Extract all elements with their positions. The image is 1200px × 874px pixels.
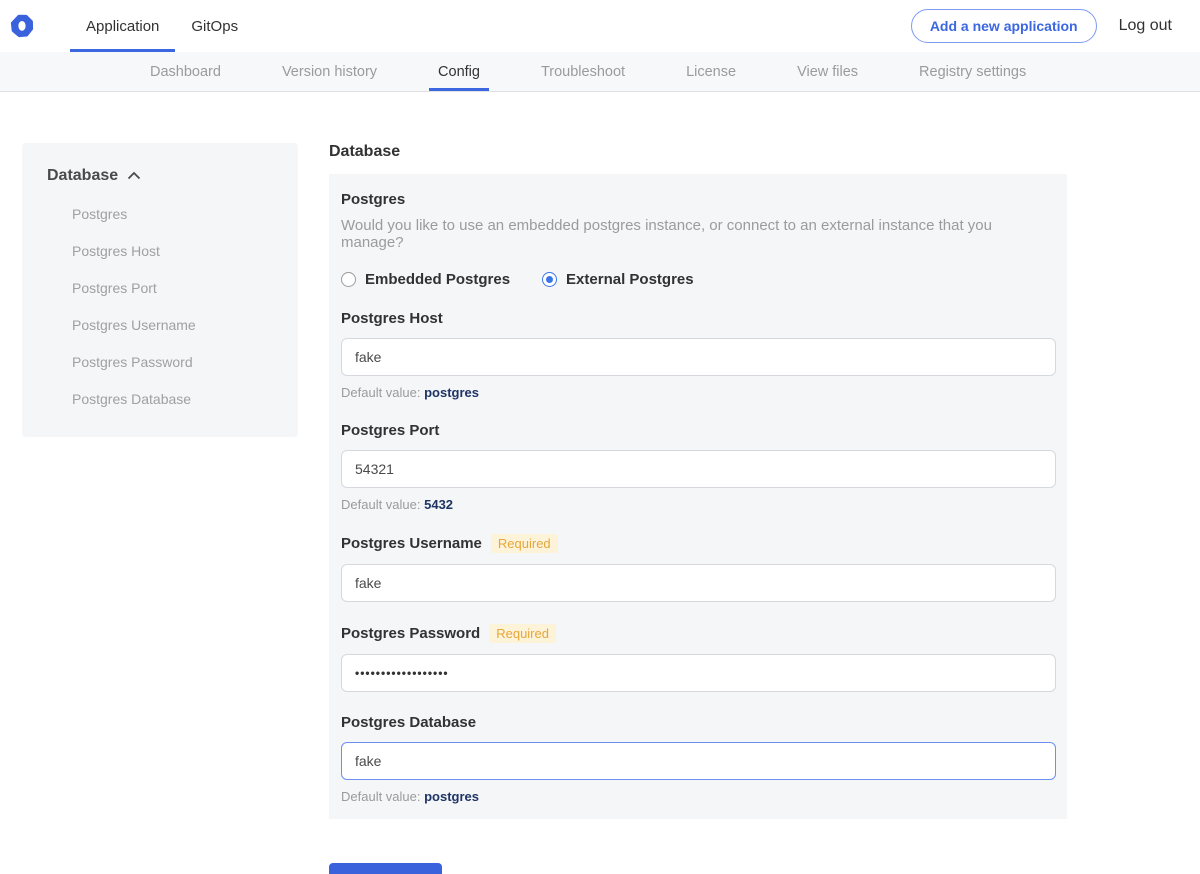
add-application-button[interactable]: Add a new application [911,9,1097,43]
postgres-database-default: Default value: postgres [341,789,1056,804]
config-sidebar: Database Postgres Postgres Host Postgres… [22,143,298,437]
sidebar-group-label: Database [47,167,118,185]
subnav-tab-registry-settings[interactable]: Registry settings [919,52,1026,91]
postgres-database-label: Postgres Database [341,714,476,731]
field-postgres-database: Postgres Database Default value: postgre… [341,714,1056,804]
app-subnav: Dashboard Version history Config Trouble… [0,52,1200,92]
primary-tabs: Application GitOps [70,0,254,52]
logout-button[interactable]: Log out [1119,17,1172,35]
postgres-username-input[interactable] [341,564,1056,602]
subnav-tab-troubleshoot[interactable]: Troubleshoot [541,52,625,91]
radio-unchecked-icon[interactable] [341,272,356,287]
postgres-port-input[interactable] [341,450,1056,488]
config-page: Database Postgres Postgres Host Postgres… [0,92,1200,874]
chevron-up-icon [127,167,141,185]
page-title: Database [329,143,1067,161]
app-logo-icon [10,14,34,38]
postgres-host-default: Default value: postgres [341,385,1056,400]
field-postgres-username: Postgres Username Required [341,534,1056,602]
required-badge: Required [491,534,558,553]
required-badge: Required [489,624,556,643]
sidebar-item-postgres-password[interactable]: Postgres Password [47,343,273,380]
field-postgres-password: Postgres Password Required [341,624,1056,692]
tab-gitops[interactable]: GitOps [175,0,254,52]
postgres-type-radio-group: Embedded Postgres External Postgres [341,271,1056,288]
tab-application-label: Application [86,18,159,35]
postgres-group-label: Postgres [341,191,1056,208]
sidebar-item-postgres-database[interactable]: Postgres Database [47,380,273,417]
field-postgres-host: Postgres Host Default value: postgres [341,310,1056,400]
radio-embedded-postgres-label: Embedded Postgres [365,271,510,288]
sidebar-item-postgres-port[interactable]: Postgres Port [47,269,273,306]
save-config-button[interactable]: Save config [329,863,442,874]
tab-gitops-label: GitOps [191,18,238,35]
radio-external-postgres-label: External Postgres [566,271,694,288]
sidebar-item-postgres-host[interactable]: Postgres Host [47,232,273,269]
config-group-card: Postgres Would you like to use an embedd… [329,174,1067,819]
postgres-database-input[interactable] [341,742,1056,780]
postgres-host-label: Postgres Host [341,310,443,327]
postgres-password-input[interactable] [341,654,1056,692]
postgres-port-label: Postgres Port [341,422,439,439]
field-postgres-port: Postgres Port Default value: 5432 [341,422,1056,512]
postgres-host-input[interactable] [341,338,1056,376]
sidebar-group-database[interactable]: Database [47,167,273,185]
radio-external-postgres[interactable]: External Postgres [542,271,694,288]
subnav-tab-license[interactable]: License [686,52,736,91]
postgres-password-label: Postgres Password [341,625,480,642]
radio-checked-icon[interactable] [542,272,557,287]
sidebar-item-postgres[interactable]: Postgres [47,195,273,232]
subnav-tab-dashboard[interactable]: Dashboard [150,52,221,91]
postgres-username-label: Postgres Username [341,535,482,552]
sidebar-item-postgres-username[interactable]: Postgres Username [47,306,273,343]
top-nav: Application GitOps Add a new application… [0,0,1200,52]
tab-application[interactable]: Application [70,0,175,52]
radio-embedded-postgres[interactable]: Embedded Postgres [341,271,510,288]
config-main: Database Postgres Would you like to use … [329,143,1067,874]
subnav-tab-config[interactable]: Config [429,52,489,91]
postgres-port-default: Default value: 5432 [341,497,1056,512]
subnav-tab-view-files[interactable]: View files [797,52,858,91]
postgres-group-help: Would you like to use an embedded postgr… [341,217,1056,251]
subnav-tab-version-history[interactable]: Version history [282,52,377,91]
